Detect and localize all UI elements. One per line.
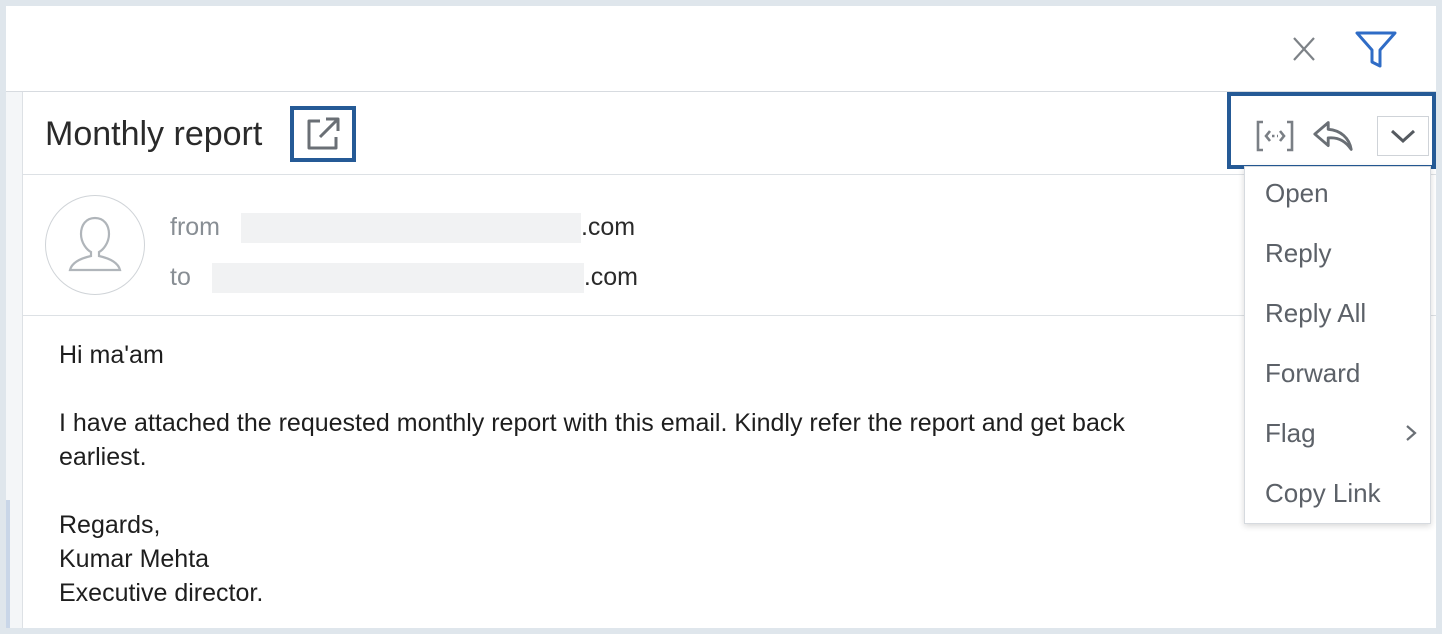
reply-icon [1313,121,1353,151]
reply-button[interactable] [1311,118,1355,154]
sender-name: Kumar Mehta [59,545,210,573]
open-in-new-window-icon [307,117,340,150]
more-actions-button[interactable] [1377,116,1429,156]
sender-title: Executive director. [59,579,264,607]
from-domain-suffix: .com [580,213,636,241]
menu-item-reply[interactable]: Reply [1265,233,1425,273]
body-paragraph-line-1: I have attached the requested monthly re… [59,409,1125,437]
open-in-new-window-button[interactable] [290,106,356,162]
greeting: Hi ma'am [59,341,164,369]
from-line: from .com [170,212,636,244]
menu-item-forward[interactable]: Forward [1265,353,1425,393]
body-paragraph-line-2: earliest. [59,443,147,471]
avatar [45,195,145,295]
menu-item-flag-label: Flag [1265,418,1316,448]
menu-item-flag[interactable]: Flag [1265,413,1425,453]
email-subject: Monthly report [45,115,263,153]
redacted-recipient-address [211,263,584,294]
menu-item-open[interactable]: Open [1265,173,1425,213]
redacted-sender-address [240,213,581,244]
expand-icon [1256,120,1294,152]
email-body: Hi ma'am I have attached the requested m… [59,338,1249,610]
email-actions-group [1227,92,1436,169]
to-label: to [170,263,191,291]
email-reading-pane: Monthly report from .com to .com Hi ma'a… [23,92,1436,628]
subject-header: Monthly report [23,92,1436,175]
to-domain-suffix: .com [583,263,638,291]
to-line: to .com [170,262,638,294]
user-icon [68,216,122,272]
expand-button[interactable] [1253,118,1297,154]
from-label: from [170,213,220,241]
sender-info: from .com to .com [23,175,1436,316]
menu-item-copy-link[interactable]: Copy Link [1265,473,1425,513]
sign-off: Regards, [59,511,161,539]
chevron-right-icon [1406,425,1417,441]
menu-item-reply-all[interactable]: Reply All [1265,293,1425,333]
more-actions-menu: Open Reply Reply All Forward Flag Copy L… [1244,166,1431,524]
email-preview-window: Monthly report from .com to .com Hi ma'a… [6,6,1436,628]
filter-icon[interactable] [1354,28,1398,72]
close-icon[interactable] [1290,32,1318,66]
chevron-down-icon [1390,129,1416,144]
left-pane-selection-accent [6,500,10,628]
top-toolbar [6,6,1436,92]
